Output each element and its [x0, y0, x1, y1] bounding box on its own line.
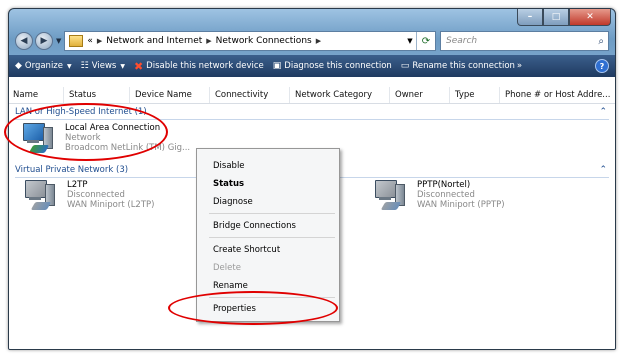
column-divider [63, 87, 64, 103]
group-header-lan[interactable]: LAN or High-Speed Internet (1) ⌃ [15, 107, 609, 120]
menu-item-rename[interactable]: Rename [213, 279, 248, 293]
column-phone-host-label: Phone # or Host Addre... [505, 90, 611, 100]
menu-separator [209, 297, 335, 298]
views-button[interactable]: ☷ Views ▼ [81, 61, 125, 71]
command-toolbar: ◆ Organize ▼ ☷ Views ▼ ✖ Disable this ne… [9, 55, 615, 77]
connection-status: Disconnected [417, 190, 475, 200]
breadcrumb-network-connections[interactable]: Network Connections [216, 36, 312, 46]
views-label: Views [91, 61, 117, 71]
column-divider [129, 87, 130, 103]
connection-name: PPTP(Nortel) [417, 180, 471, 190]
list-item-pptp-nortel[interactable]: PPTP(Nortel) Disconnected WAN Miniport (… [373, 180, 505, 212]
column-divider [499, 87, 500, 103]
address-controls: ▼ ⟳ [404, 32, 435, 50]
menu-item-status[interactable]: Status [213, 177, 244, 191]
breadcrumb-separator: ▶ [96, 37, 103, 45]
column-type-label: Type [455, 90, 475, 100]
back-button[interactable]: ◀ [15, 32, 33, 50]
organize-label: Organize [24, 61, 64, 71]
column-type[interactable]: Type [449, 87, 475, 103]
forward-button[interactable]: ▶ [35, 32, 53, 50]
connection-status: Disconnected [67, 190, 125, 200]
maximize-button[interactable]: □ [543, 9, 569, 26]
network-adapter-icon [21, 123, 57, 155]
column-connectivity-label: Connectivity [215, 90, 269, 100]
column-header-row: Name Status Device Name Connectivity Net… [9, 87, 615, 104]
rename-icon: ▭ [400, 61, 410, 71]
chevron-down-icon: ▼ [120, 62, 125, 70]
vpn-connection-icon [373, 180, 409, 212]
connection-device: Broadcom NetLink (TM) Gig... [65, 143, 191, 153]
diagnose-icon: ▣ [272, 61, 282, 71]
list-item-local-area-connection[interactable]: Local Area Connection Network Broadcom N… [21, 123, 190, 155]
column-owner[interactable]: Owner [389, 87, 423, 103]
back-arrow-icon: ◀ [20, 36, 28, 46]
breadcrumb-overflow[interactable]: « [87, 36, 93, 46]
chevron-up-icon[interactable]: ⌃ [599, 165, 607, 175]
organize-button[interactable]: ◆ Organize ▼ [15, 61, 72, 71]
refresh-icon[interactable]: ⟳ [416, 32, 435, 50]
column-owner-label: Owner [395, 90, 423, 100]
column-divider [209, 87, 210, 103]
list-item-l2tp[interactable]: L2TP Disconnected WAN Miniport (L2TP) [23, 180, 154, 212]
diagnose-label: Diagnose this connection [284, 61, 392, 71]
connection-device: WAN Miniport (PPTP) [417, 200, 505, 210]
connection-device: WAN Miniport (L2TP) [67, 200, 155, 210]
connection-status: Network [65, 133, 101, 143]
rename-button[interactable]: ▭ Rename this connection » [401, 61, 522, 71]
connection-name: L2TP [67, 180, 88, 190]
vpn-connection-icon [23, 180, 59, 212]
search-input[interactable]: Search ⌕ [440, 31, 609, 51]
diagnose-button[interactable]: ▣ Diagnose this connection [273, 61, 392, 71]
menu-item-bridge-connections[interactable]: Bridge Connections [213, 219, 296, 233]
views-icon: ☷ [80, 61, 89, 71]
search-icon[interactable]: ⌕ [598, 36, 604, 47]
context-menu: Disable Status Diagnose Bridge Connectio… [196, 148, 340, 322]
column-phone-host[interactable]: Phone # or Host Addre... [499, 87, 611, 103]
column-device-name[interactable]: Device Name [129, 87, 192, 103]
address-row: ◀ ▶ ▼ « ▶ Network and Internet ▶ Network… [15, 31, 609, 51]
address-dropdown[interactable]: ▼ [404, 37, 416, 45]
menu-item-disable[interactable]: Disable [213, 159, 245, 173]
disable-device-button[interactable]: ✖ Disable this network device [134, 60, 264, 73]
chevron-up-icon[interactable]: ⌃ [599, 107, 607, 117]
column-device-name-label: Device Name [135, 90, 192, 100]
menu-item-create-shortcut[interactable]: Create Shortcut [213, 243, 280, 257]
menu-item-delete: Delete [213, 263, 241, 273]
column-divider [389, 87, 390, 103]
forward-arrow-icon: ▶ [40, 36, 48, 46]
column-connectivity[interactable]: Connectivity [209, 87, 269, 103]
column-divider [449, 87, 450, 103]
folder-icon [69, 35, 84, 47]
menu-item-properties[interactable]: Properties [213, 302, 256, 316]
menu-item-diagnose[interactable]: Diagnose [213, 195, 253, 209]
group-title-lan: LAN or High-Speed Internet (1) [15, 107, 147, 117]
help-icon[interactable]: ? [595, 59, 609, 73]
rename-label: Rename this connection [412, 61, 515, 71]
organize-icon: ◆ [15, 61, 22, 71]
connection-name: Local Area Connection [65, 123, 161, 133]
chevron-down-icon: ▼ [67, 62, 72, 70]
disable-x-icon: ✖ [133, 59, 144, 73]
breadcrumb-separator: ▶ [206, 37, 212, 45]
column-name[interactable]: Name [13, 90, 38, 100]
search-placeholder: Search [446, 36, 478, 46]
address-bar[interactable]: « ▶ Network and Internet ▶ Network Conne… [64, 31, 436, 51]
disable-device-label: Disable this network device [146, 61, 264, 71]
column-network-category[interactable]: Network Category [289, 87, 373, 103]
window-controls: – □ ✕ [517, 9, 611, 26]
group-title-vpn: Virtual Private Network (3) [15, 165, 129, 175]
more-commands-icon[interactable]: » [517, 61, 522, 71]
menu-separator [209, 213, 335, 214]
column-divider [289, 87, 290, 103]
breadcrumb-separator[interactable]: ▶ [316, 37, 321, 45]
menu-separator [209, 237, 335, 238]
column-network-category-label: Network Category [295, 90, 373, 100]
breadcrumb-network-internet[interactable]: Network and Internet [106, 36, 202, 46]
recent-pages-dropdown[interactable]: ▼ [56, 37, 61, 45]
minimize-button[interactable]: – [517, 9, 543, 26]
column-status[interactable]: Status [63, 87, 97, 103]
close-button[interactable]: ✕ [569, 9, 611, 26]
column-status-label: Status [69, 90, 97, 100]
